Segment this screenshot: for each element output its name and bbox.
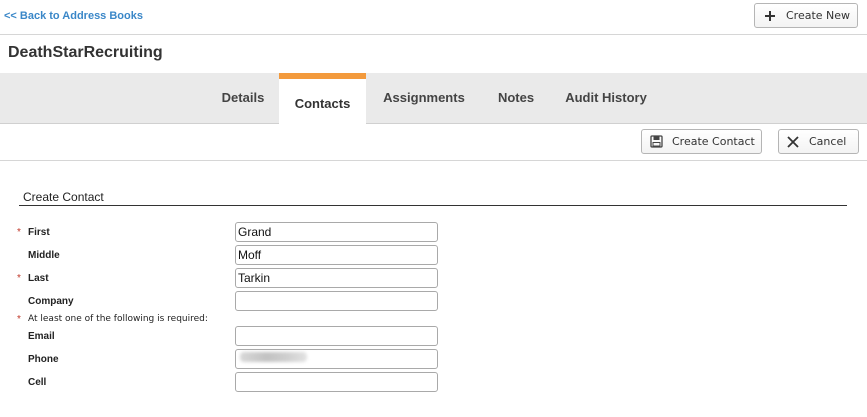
email-input[interactable] — [235, 326, 438, 346]
header-divider — [0, 34, 867, 35]
tab-notes[interactable]: Notes — [488, 73, 544, 124]
page-title: DeathStarRecruiting — [8, 44, 163, 61]
last-name-label: Last — [28, 273, 49, 284]
tab-details[interactable]: Details — [210, 73, 276, 124]
plus-icon — [762, 8, 778, 24]
email-label: Email — [28, 331, 55, 342]
phone-label: Phone — [28, 354, 59, 365]
create-new-label: Create New — [786, 9, 851, 22]
cell-input[interactable] — [235, 372, 438, 392]
save-icon — [648, 134, 664, 150]
middle-name-label: Middle — [28, 250, 60, 261]
create-contact-button[interactable]: Create Contact — [641, 129, 762, 154]
section-title: Create Contact — [23, 190, 104, 204]
actions-divider — [0, 160, 867, 161]
company-label: Company — [28, 296, 74, 307]
tab-audit-history[interactable]: Audit History — [556, 73, 656, 124]
first-name-input[interactable] — [235, 222, 438, 242]
company-input[interactable] — [235, 291, 438, 311]
cancel-label: Cancel — [809, 135, 847, 148]
required-marker: * — [17, 314, 21, 325]
section-divider — [19, 205, 847, 206]
tab-label: Assignments — [383, 90, 465, 105]
create-new-button[interactable]: Create New — [754, 3, 858, 28]
required-note: At least one of the following is require… — [28, 314, 208, 324]
close-icon — [785, 134, 801, 150]
tab-bar: Details Contacts Assignments Notes Audit… — [0, 73, 867, 125]
redacted-phone-value — [240, 352, 307, 362]
tab-assignments[interactable]: Assignments — [374, 73, 474, 124]
tab-label: Contacts — [294, 95, 351, 111]
cancel-button[interactable]: Cancel — [778, 129, 859, 154]
required-marker: * — [17, 227, 21, 238]
first-name-label: First — [28, 227, 50, 238]
tab-label: Details — [221, 90, 265, 105]
tab-label: Notes — [497, 90, 535, 105]
tab-contacts[interactable]: Contacts — [279, 73, 366, 125]
required-marker: * — [17, 273, 21, 284]
last-name-input[interactable] — [235, 268, 438, 288]
create-contact-label: Create Contact — [672, 135, 755, 148]
back-to-address-books-link[interactable]: << Back to Address Books — [4, 10, 143, 22]
middle-name-input[interactable] — [235, 245, 438, 265]
tab-label: Audit History — [565, 90, 647, 105]
cell-label: Cell — [28, 377, 47, 388]
